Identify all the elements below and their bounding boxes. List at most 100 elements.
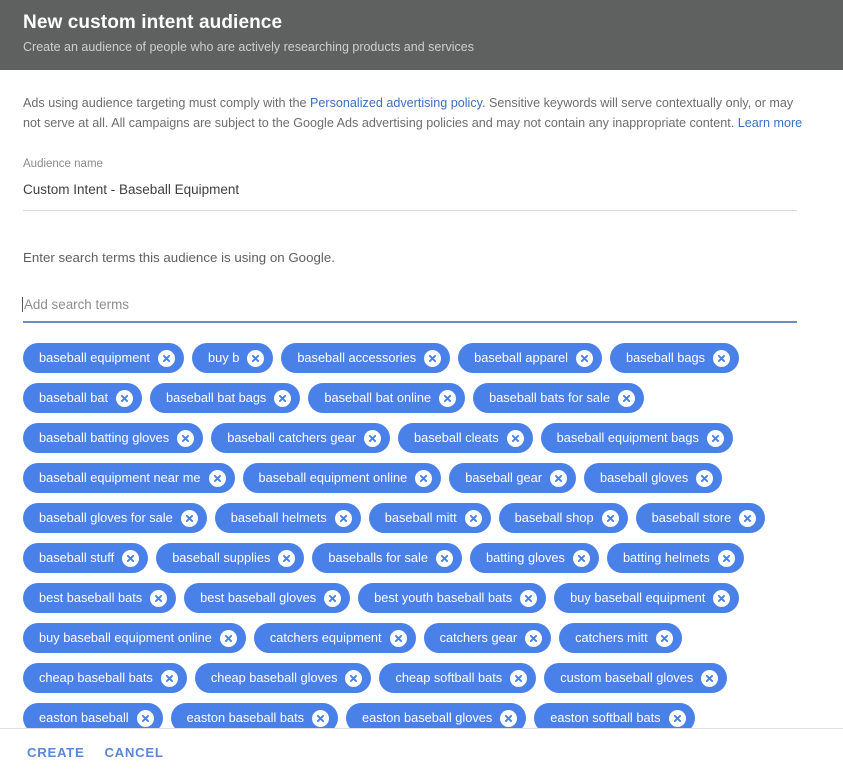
close-circle-icon[interactable] (158, 350, 175, 367)
close-circle-icon[interactable] (390, 630, 407, 647)
close-circle-icon[interactable] (573, 550, 590, 567)
close-circle-icon[interactable] (520, 590, 537, 607)
search-term-chip[interactable]: baseball bat bags (150, 383, 300, 413)
search-term-chip[interactable]: baseball helmets (215, 503, 361, 533)
close-circle-icon[interactable] (713, 350, 730, 367)
close-circle-icon[interactable] (739, 510, 756, 527)
search-term-chip[interactable]: baseball equipment near me (23, 463, 235, 493)
search-term-chip[interactable]: baseball gear (449, 463, 576, 493)
search-term-chip[interactable]: baseball stuff (23, 543, 148, 573)
close-circle-icon[interactable] (713, 590, 730, 607)
close-circle-icon[interactable] (364, 430, 381, 447)
close-circle-icon[interactable] (550, 470, 567, 487)
search-term-chip[interactable]: buy b (192, 343, 273, 373)
search-input[interactable]: Add search terms (23, 296, 797, 314)
search-term-chip[interactable]: best baseball bats (23, 583, 176, 613)
search-term-chip[interactable]: baseball catchers gear (211, 423, 390, 453)
close-circle-icon[interactable] (415, 470, 432, 487)
search-term-chip[interactable]: buy baseball equipment (554, 583, 739, 613)
close-circle-icon[interactable] (465, 510, 482, 527)
search-term-chip[interactable]: easton softball bats (534, 703, 694, 728)
search-term-chip[interactable]: baseball bat online (308, 383, 465, 413)
close-circle-icon[interactable] (209, 470, 226, 487)
search-term-chip[interactable]: easton baseball (23, 703, 163, 728)
close-circle-icon[interactable] (116, 390, 133, 407)
search-term-chip-label: easton baseball bats (187, 703, 304, 728)
search-term-chip[interactable]: baseball bags (610, 343, 739, 373)
search-term-chip[interactable]: baseball apparel (458, 343, 602, 373)
close-circle-icon[interactable] (701, 670, 718, 687)
close-circle-icon[interactable] (439, 390, 456, 407)
audience-name-input[interactable]: Custom Intent - Baseball Equipment (23, 171, 797, 211)
close-circle-icon[interactable] (122, 550, 139, 567)
search-term-chip[interactable]: baseball mitt (369, 503, 491, 533)
close-circle-icon[interactable] (220, 630, 237, 647)
search-term-chip[interactable]: baseball equipment online (243, 463, 442, 493)
search-term-chip[interactable]: baseball bat (23, 383, 142, 413)
close-circle-icon[interactable] (576, 350, 593, 367)
close-circle-icon[interactable] (278, 550, 295, 567)
search-term-chip[interactable]: easton baseball gloves (346, 703, 526, 728)
search-term-chip[interactable]: catchers equipment (254, 623, 416, 653)
close-circle-icon[interactable] (436, 550, 453, 567)
close-circle-icon[interactable] (696, 470, 713, 487)
close-circle-icon[interactable] (718, 550, 735, 567)
search-term-chip[interactable]: cheap baseball bats (23, 663, 187, 693)
chip-row: easton baseball easton baseball bats easto… (23, 703, 820, 728)
search-term-chip[interactable]: custom baseball gloves (544, 663, 727, 693)
search-term-chip[interactable]: baseball equipment bags (541, 423, 733, 453)
search-terms-chip-list: baseball equipment buy b baseball accessor… (23, 343, 820, 728)
search-term-chip[interactable]: baseball store (636, 503, 766, 533)
search-term-chip[interactable]: baseball shop (499, 503, 628, 533)
close-circle-icon[interactable] (507, 430, 524, 447)
search-term-chip-label: baseball gear (465, 463, 542, 493)
close-circle-icon[interactable] (618, 390, 635, 407)
search-term-chip[interactable]: baseball supplies (156, 543, 304, 573)
close-circle-icon[interactable] (707, 430, 724, 447)
close-circle-icon[interactable] (161, 670, 178, 687)
search-term-chip[interactable]: baseball gloves (584, 463, 722, 493)
search-term-chip[interactable]: catchers mitt (559, 623, 682, 653)
close-circle-icon[interactable] (150, 590, 167, 607)
search-term-chip[interactable]: baseball bats for sale (473, 383, 644, 413)
search-terms-field[interactable]: Add search terms (23, 296, 797, 323)
search-term-chip-label: baseball supplies (172, 543, 270, 573)
learn-more-link[interactable]: Learn more (738, 116, 802, 130)
close-circle-icon[interactable] (324, 590, 341, 607)
search-term-chip[interactable]: baseball equipment (23, 343, 184, 373)
search-term-chip[interactable]: best baseball gloves (184, 583, 350, 613)
close-circle-icon[interactable] (137, 710, 154, 727)
personalized-advertising-policy-link[interactable]: Personalized advertising policy (310, 96, 482, 110)
search-term-chip[interactable]: baseball cleats (398, 423, 533, 453)
close-circle-icon[interactable] (669, 710, 686, 727)
search-term-chip[interactable]: best youth baseball bats (358, 583, 546, 613)
close-circle-icon[interactable] (500, 710, 517, 727)
close-circle-icon[interactable] (424, 350, 441, 367)
search-term-chip[interactable]: buy baseball equipment online (23, 623, 246, 653)
close-circle-icon[interactable] (335, 510, 352, 527)
search-term-chip[interactable]: baseball gloves for sale (23, 503, 207, 533)
cancel-button[interactable]: CANCEL (94, 737, 173, 768)
close-circle-icon[interactable] (247, 350, 264, 367)
search-term-chip[interactable]: baseball batting gloves (23, 423, 203, 453)
search-term-chip[interactable]: cheap softball bats (379, 663, 536, 693)
close-circle-icon[interactable] (345, 670, 362, 687)
search-term-chip[interactable]: baseball accessories (281, 343, 450, 373)
close-circle-icon[interactable] (177, 430, 194, 447)
search-term-chip[interactable]: baseballs for sale (312, 543, 462, 573)
close-circle-icon[interactable] (656, 630, 673, 647)
search-term-chip[interactable]: cheap baseball gloves (195, 663, 372, 693)
close-circle-icon[interactable] (525, 630, 542, 647)
chip-row: baseball equipment near me baseball equip… (23, 463, 820, 493)
search-term-chip[interactable]: easton baseball bats (171, 703, 338, 728)
close-circle-icon[interactable] (510, 670, 527, 687)
close-circle-icon[interactable] (312, 710, 329, 727)
close-circle-icon[interactable] (602, 510, 619, 527)
search-term-chip[interactable]: batting gloves (470, 543, 599, 573)
search-term-chip[interactable]: catchers gear (424, 623, 552, 653)
search-term-chip-label: baseball gloves (600, 463, 688, 493)
create-button[interactable]: CREATE (17, 737, 94, 768)
close-circle-icon[interactable] (274, 390, 291, 407)
search-term-chip[interactable]: batting helmets (607, 543, 744, 573)
close-circle-icon[interactable] (181, 510, 198, 527)
